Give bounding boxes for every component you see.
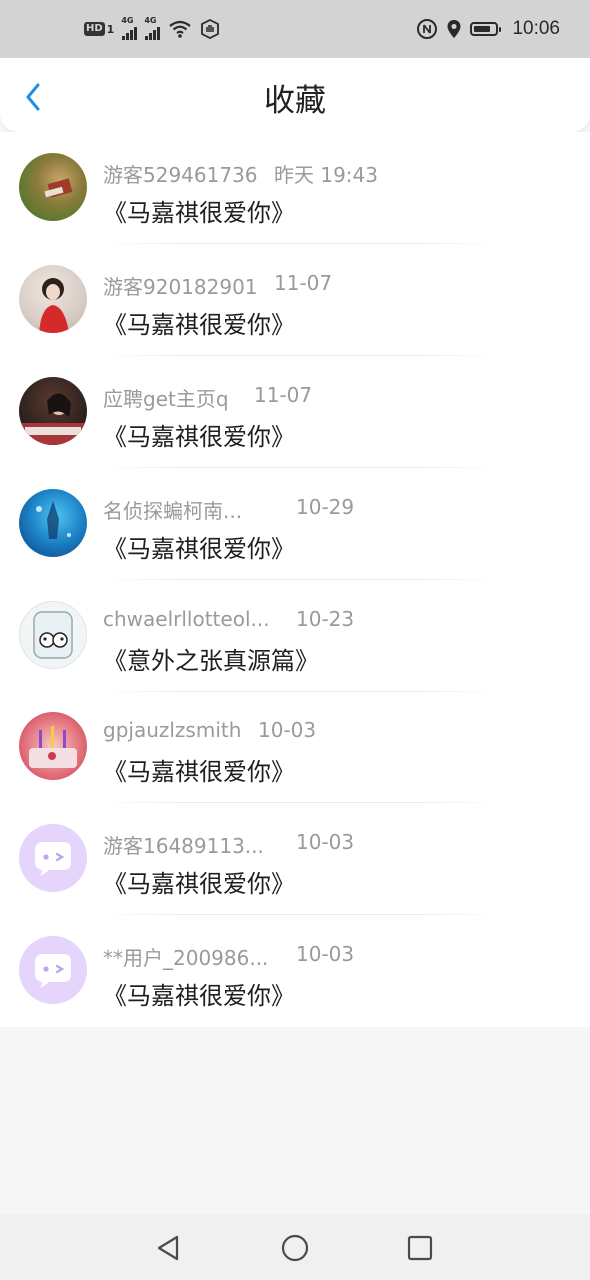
avatar[interactable] — [19, 824, 87, 892]
book-title[interactable]: 《马嘉祺很爱你》 — [103, 864, 295, 899]
item-meta: 游客920182901 11-07 — [103, 271, 403, 300]
list-item[interactable]: **用户_200986... 10-03 《马嘉祺很爱你》 — [0, 915, 590, 1027]
status-right-icons: 10:06 — [416, 18, 560, 40]
timestamp: 昨天 19:43 — [274, 163, 378, 187]
status-bar: HD 1 4G 4G 10:06 — [0, 0, 590, 58]
status-left-icons: HD 1 4G 4G — [84, 16, 220, 40]
timestamp: 10-03 — [258, 718, 317, 742]
net2-label: 4G — [144, 16, 157, 25]
wifi-icon — [169, 20, 192, 38]
item-meta: 应聘get主页q 11-07 — [103, 383, 403, 412]
avatar[interactable] — [19, 377, 87, 445]
list-item[interactable]: 游客920182901 11-07 《马嘉祺很爱你》 — [0, 244, 590, 356]
item-meta: 游客16489113... 10-03 — [103, 830, 403, 859]
timestamp: 10-23 — [296, 607, 355, 631]
username[interactable]: chwaelrllotteol... — [103, 607, 270, 631]
timestamp: 10-03 — [296, 830, 355, 854]
favorites-list: 游客529461736 昨天 19:43 《马嘉祺很爱你》 游客92018290… — [0, 132, 590, 1027]
chat-bubble-icon — [35, 954, 71, 988]
sim1-label: 1 — [106, 22, 115, 36]
book-title[interactable]: 《马嘉祺很爱你》 — [103, 752, 295, 787]
list-item[interactable]: gpjauzlzsmith 10-03 《马嘉祺很爱你》 — [0, 691, 590, 803]
username[interactable]: 名侦探蝙柯南... — [103, 495, 242, 524]
signal-icon: 4G — [144, 16, 161, 40]
timestamp: 11-07 — [254, 383, 313, 407]
avatar[interactable] — [19, 153, 87, 221]
page-title: 收藏 — [264, 83, 326, 119]
username[interactable]: gpjauzlzsmith — [103, 718, 241, 742]
item-meta: **用户_200986... 10-03 — [103, 942, 403, 971]
nfc-icon — [417, 19, 438, 39]
book-title[interactable]: 《马嘉祺很爱你》 — [103, 305, 295, 340]
avatar[interactable] — [19, 489, 87, 557]
net1-label: 4G — [121, 16, 134, 25]
item-meta: 名侦探蝙柯南... 10-29 — [103, 495, 403, 524]
chat-bubble-icon — [35, 842, 71, 876]
list-item[interactable]: 游客529461736 昨天 19:43 《马嘉祺很爱你》 — [0, 132, 590, 244]
system-nav-bar — [0, 1214, 590, 1280]
list-item[interactable]: 名侦探蝙柯南... 10-29 《马嘉祺很爱你》 — [0, 468, 590, 580]
item-meta: 游客529461736 昨天 19:43 — [103, 159, 403, 188]
book-title[interactable]: 《马嘉祺很爱你》 — [103, 193, 295, 228]
app-header: 收藏 — [0, 58, 590, 132]
item-meta: chwaelrllotteol... 10-23 — [103, 607, 403, 633]
signal-icon: 4G — [121, 16, 138, 40]
avatar[interactable] — [19, 265, 87, 333]
book-title[interactable]: 《意外之张真源篇》 — [103, 641, 319, 676]
location-icon — [447, 20, 461, 38]
username[interactable]: 游客16489113... — [103, 830, 264, 859]
username[interactable]: **用户_200986... — [103, 942, 268, 971]
avatar[interactable] — [19, 601, 87, 669]
book-title[interactable]: 《马嘉祺很爱你》 — [103, 976, 295, 1011]
circle-home-icon[interactable] — [279, 1232, 311, 1264]
username[interactable]: 应聘get主页q — [103, 383, 229, 412]
username[interactable]: 游客920182901 — [103, 271, 258, 300]
timestamp: 11-07 — [274, 271, 333, 295]
item-meta: gpjauzlzsmith 10-03 — [103, 718, 403, 744]
list-item[interactable]: 游客16489113... 10-03 《马嘉祺很爱你》 — [0, 803, 590, 915]
avatar[interactable] — [19, 936, 87, 1004]
avatar[interactable] — [19, 712, 87, 780]
list-item[interactable]: chwaelrllotteol... 10-23 《意外之张真源篇》 — [0, 580, 590, 692]
hd-badge: HD — [84, 22, 105, 36]
book-title[interactable]: 《马嘉祺很爱你》 — [103, 529, 295, 564]
username[interactable]: 游客529461736 — [103, 159, 258, 188]
hand-icon — [201, 19, 220, 39]
timestamp: 10-29 — [296, 495, 355, 519]
timestamp: 10-03 — [296, 942, 355, 966]
battery-icon — [470, 22, 502, 36]
square-recents-icon[interactable] — [404, 1232, 436, 1264]
status-time: 10:06 — [512, 18, 560, 39]
triangle-back-icon[interactable] — [153, 1232, 185, 1264]
book-title[interactable]: 《马嘉祺很爱你》 — [103, 417, 295, 452]
list-item[interactable]: 应聘get主页q 11-07 《马嘉祺很爱你》 — [0, 356, 590, 468]
